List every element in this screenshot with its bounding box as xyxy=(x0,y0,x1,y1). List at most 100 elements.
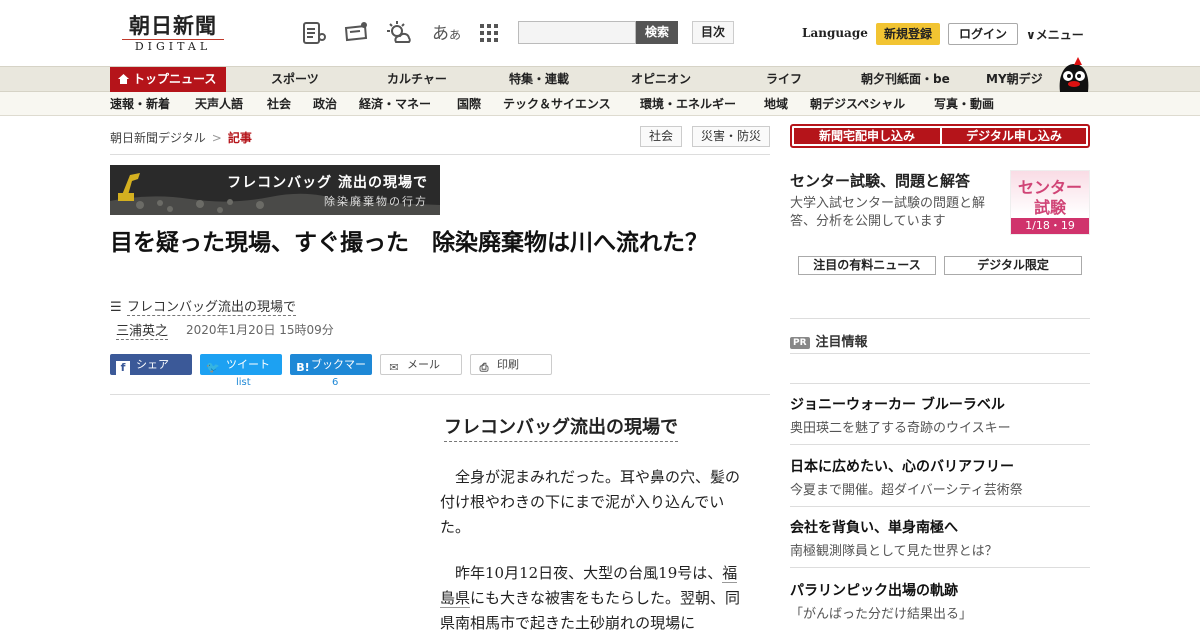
subnav-photo-video[interactable]: 写真・動画 xyxy=(934,92,994,116)
list-icon: ☰ xyxy=(110,300,122,315)
subnav-region[interactable]: 地域 xyxy=(764,92,788,116)
search-button[interactable]: 検索 xyxy=(636,21,678,44)
subnav-society[interactable]: 社会 xyxy=(267,92,291,116)
twitter-bird-icon: 🐦 xyxy=(206,361,220,374)
nav-paper[interactable]: 朝夕刊紙面・be xyxy=(861,67,950,92)
hatena-bookmark-button[interactable]: B!ブックマーク xyxy=(290,354,372,392)
mail-share-button[interactable]: ✉ メール xyxy=(380,354,462,375)
nav-culture[interactable]: カルチャー xyxy=(387,67,447,92)
subnav-tenseijingo[interactable]: 天声人語 xyxy=(195,92,243,116)
article-paragraph: 全身が泥まみれだった。耳や鼻の穴、髪の付け根やわきの下にまで泥が入り込んでいた。 xyxy=(440,468,741,536)
exam-promo-image[interactable]: センター 試験 1/18・19 xyxy=(1010,170,1090,235)
search-input[interactable] xyxy=(518,21,636,44)
mail-label: メール xyxy=(407,358,440,371)
font-size-toggle[interactable]: ああ xyxy=(432,19,461,44)
body-series-link[interactable]: フレコンバッグ流出の現場で xyxy=(444,415,678,442)
keyword-link-minamisoma[interactable]: 南相馬市 xyxy=(455,614,516,630)
pr-item-title[interactable]: ジョニーウォーカー ブルーラベル xyxy=(790,394,1005,414)
login-button[interactable]: ログイン xyxy=(948,23,1018,45)
divider xyxy=(110,394,770,395)
author-link[interactable]: 三浦英之 xyxy=(116,320,169,340)
weather-icon[interactable] xyxy=(386,20,412,46)
menu-button[interactable]: ∨メニュー xyxy=(1026,26,1084,43)
subnav-tech-science[interactable]: テック＆サイエンス xyxy=(503,92,611,116)
pr-item-title[interactable]: パラリンピック出場の軌跡 xyxy=(790,580,958,600)
banner-title: フレコンバッグ 流出の現場で xyxy=(227,175,428,191)
pr-item-subtitle[interactable]: 南極観測隊員として見た世界とは？ xyxy=(790,540,998,559)
subnav-international[interactable]: 国際 xyxy=(457,92,481,116)
subnav-special[interactable]: 朝デジスペシャル xyxy=(810,92,905,116)
tag-disaster[interactable]: 災害・防災 xyxy=(692,126,770,147)
subnav-environment[interactable]: 環境・エネルギー xyxy=(640,92,736,116)
divider xyxy=(790,567,1090,568)
banner-subtitle: 除染廃棄物の行方 xyxy=(324,195,428,208)
mascot-icon[interactable] xyxy=(1054,56,1092,92)
subscribe-box: 新聞宅配申し込み デジタル申し込み xyxy=(790,124,1090,148)
clipping-icon[interactable] xyxy=(343,20,369,46)
hatena-b-icon: B! xyxy=(296,361,310,374)
chevron-down-icon: ∨ xyxy=(1026,28,1036,42)
home-icon xyxy=(118,74,129,84)
keyword-link-landslide[interactable]: 土砂崩れ xyxy=(575,614,636,630)
series-banner[interactable]: フレコンバッグ 流出の現場で 除染廃棄物の行方 xyxy=(110,165,440,215)
exam-image-date: 1/18・19 xyxy=(1011,218,1089,234)
subnav-politics[interactable]: 政治 xyxy=(313,92,337,116)
divider xyxy=(790,506,1090,507)
grid-menu-icon[interactable] xyxy=(476,20,502,46)
twitter-share-button[interactable]: 🐦 ツイート xyxy=(200,354,282,375)
site-logo[interactable]: 朝日新聞 DIGITAL xyxy=(116,14,230,54)
nav-top-news[interactable]: トップニュース xyxy=(110,67,227,92)
nav-top-news-label: トップニュース xyxy=(133,72,217,86)
tab-paid-news[interactable]: 注目の有料ニュース xyxy=(798,256,936,275)
index-button[interactable]: 目次 xyxy=(692,21,734,44)
divider xyxy=(110,154,770,155)
pr-heading-label: 注目情報 xyxy=(815,335,868,350)
subnav-latest[interactable]: 速報・新着 xyxy=(110,92,170,116)
subscribe-digital-button[interactable]: デジタル申し込み xyxy=(942,128,1086,144)
sub-nav: 速報・新着 天声人語 社会 政治 経済・マネー 国際 テック＆サイエンス 環境・… xyxy=(0,92,1200,116)
site-header: 朝日新聞 DIGITAL ああ 検索 目次 Language 新規登録 ログイン… xyxy=(0,0,1200,66)
breadcrumb: 朝日新聞デジタル > 記事 xyxy=(110,129,252,146)
publish-datetime: 2020年1月20日 15時09分 xyxy=(186,323,334,337)
nav-my-asahi[interactable]: MY朝デジ xyxy=(986,67,1043,92)
breadcrumb-separator: > xyxy=(211,131,222,145)
facebook-share-label: シェア xyxy=(136,358,169,371)
font-size-large: あ xyxy=(432,24,449,44)
breadcrumb-home[interactable]: 朝日新聞デジタル xyxy=(110,131,206,145)
nav-life[interactable]: ライフ xyxy=(766,67,802,92)
nav-opinion[interactable]: オピニオン xyxy=(631,67,691,92)
series-link-label: フレコンバッグ流出の現場で xyxy=(127,300,297,316)
divider xyxy=(790,444,1090,445)
pr-item-title[interactable]: 日本に広めたい、心のバリアフリー xyxy=(790,456,1014,476)
paragraph-text: 昨年10月12日夜、大型の台風19号は、 xyxy=(455,564,723,582)
article-paragraph: 昨年10月12日夜、大型の台風19号は、福島県にも大きな被害をもたらした。翌朝、… xyxy=(440,561,750,630)
newspaper-icon[interactable] xyxy=(301,20,327,46)
register-button[interactable]: 新規登録 xyxy=(876,23,940,45)
pr-item-subtitle[interactable]: 「がんばった分だけ結果出る」 xyxy=(790,603,972,622)
nav-sports[interactable]: スポーツ xyxy=(271,67,319,92)
tab-digital-only[interactable]: デジタル限定 xyxy=(944,256,1082,275)
print-button[interactable]: ⎙ 印刷 xyxy=(470,354,552,375)
series-link[interactable]: ☰ フレコンバッグ流出の現場で xyxy=(110,296,297,316)
pr-item-title[interactable]: 会社を背負い、単身南極へ xyxy=(790,517,958,537)
mail-icon: ✉ xyxy=(389,361,399,374)
print-label: 印刷 xyxy=(497,358,519,371)
exam-promo-title[interactable]: センター試験、問題と解答 xyxy=(790,170,970,191)
twitter-list-link[interactable]: list xyxy=(236,377,251,388)
nav-features[interactable]: 特集・連載 xyxy=(509,67,569,92)
font-size-small: あ xyxy=(449,28,462,42)
pr-item-subtitle[interactable]: 今夏まで開催。超ダイバーシティ芸術祭 xyxy=(790,479,1023,498)
breadcrumb-current: 記事 xyxy=(227,131,252,145)
tag-society[interactable]: 社会 xyxy=(640,126,682,147)
facebook-share-button[interactable]: f シェア xyxy=(110,354,192,375)
pr-item-subtitle[interactable]: 奥田瑛二を魅了する奇跡のウイスキー xyxy=(790,417,1011,436)
hatena-count[interactable]: 6 xyxy=(332,377,338,388)
subscribe-paper-button[interactable]: 新聞宅配申し込み xyxy=(794,128,940,144)
logo-wordmark: 朝日新聞 xyxy=(129,13,217,38)
logo-subtitle: DIGITAL xyxy=(134,40,212,53)
exam-promo-description: 大学入試センター試験の問題と解答、分析を公開しています xyxy=(790,196,986,229)
language-link[interactable]: Language xyxy=(802,26,868,40)
pr-badge: PR xyxy=(790,337,810,349)
subnav-economy[interactable]: 経済・マネー xyxy=(359,92,431,116)
exam-image-text: 試験 xyxy=(1033,198,1066,217)
